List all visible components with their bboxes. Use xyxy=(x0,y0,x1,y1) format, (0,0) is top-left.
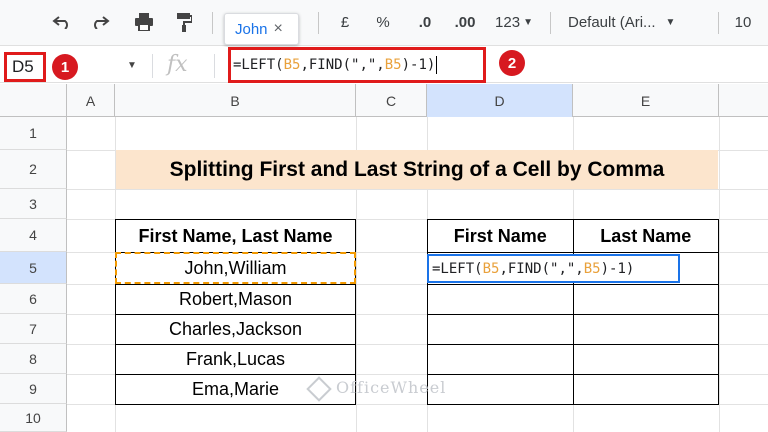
row-header-3[interactable]: 3 xyxy=(0,189,67,219)
table-cell[interactable]: Charles,Jackson xyxy=(115,314,356,345)
formula-input[interactable]: =LEFT(B5 ,FIND(",", B5)-1) xyxy=(228,47,486,83)
toolbar-divider xyxy=(212,12,213,34)
row-header-2[interactable]: 2 xyxy=(0,150,67,189)
increase-decimal-button[interactable]: .00 xyxy=(450,8,480,36)
formula-ref: B5 xyxy=(384,57,402,73)
toolbar: £ % .0 .00 123 ▼ Default (Ari... ▼ 10 xyxy=(0,0,768,46)
row-header-4[interactable]: 4 xyxy=(0,219,67,252)
chevron-down-icon: ▼ xyxy=(523,16,533,28)
number-format-dropdown[interactable]: 123 ▼ xyxy=(490,8,538,36)
grid-line xyxy=(67,189,768,190)
column-header-bar: A B C D E xyxy=(0,84,768,117)
row-header-10[interactable]: 10 xyxy=(0,404,67,432)
font-family-dropdown[interactable]: Default (Ari... ▼ xyxy=(568,8,708,36)
divider xyxy=(152,54,153,78)
table-header[interactable]: First Name xyxy=(427,219,574,253)
watermark: OfficeWheel xyxy=(306,375,447,402)
name-box[interactable]: D5 xyxy=(4,52,46,82)
row-header-6[interactable]: 6 xyxy=(0,284,67,314)
table-cell[interactable] xyxy=(427,344,574,375)
row-header-1[interactable]: 1 xyxy=(0,117,67,150)
paint-format-icon[interactable] xyxy=(170,8,198,36)
divider xyxy=(214,54,215,78)
table-cell[interactable] xyxy=(572,284,719,315)
chevron-down-icon: ▼ xyxy=(665,16,676,28)
decrease-decimal-button[interactable]: .0 xyxy=(410,8,440,36)
cell-reference: D5 xyxy=(12,57,34,76)
row-header-8[interactable]: 8 xyxy=(0,344,67,374)
formula-part: =LEFT( xyxy=(432,260,483,277)
row-header-5[interactable]: 5 xyxy=(0,252,67,284)
table-cell[interactable] xyxy=(427,314,574,345)
table-cell[interactable] xyxy=(427,284,574,315)
redo-icon[interactable] xyxy=(86,8,114,36)
column-header-d[interactable]: D xyxy=(427,84,573,117)
table-cell[interactable] xyxy=(572,374,719,405)
step-badge-2: 2 xyxy=(499,50,525,76)
table-header[interactable]: Last Name xyxy=(572,219,719,253)
formula-part: ,FIND(",", xyxy=(300,57,385,73)
font-size-field[interactable]: 10 xyxy=(728,8,758,36)
table-header[interactable]: First Name, Last Name xyxy=(115,219,356,253)
toolbar-divider xyxy=(318,12,319,34)
toolbar-divider xyxy=(718,12,719,34)
formula-part: )-1) xyxy=(401,57,436,73)
close-icon[interactable]: × xyxy=(274,20,283,38)
step-badge-1: 1 xyxy=(52,54,78,80)
collaborator-tooltip: John × xyxy=(224,13,299,45)
print-icon[interactable] xyxy=(130,8,158,36)
table-cell[interactable]: John,William xyxy=(115,252,356,285)
column-header-a[interactable]: A xyxy=(67,84,115,117)
undo-icon[interactable] xyxy=(48,8,76,36)
toolbar-divider xyxy=(550,12,551,34)
column-header-b[interactable]: B xyxy=(115,84,356,117)
row-header-9[interactable]: 9 xyxy=(0,374,67,404)
fx-icon: fx xyxy=(167,52,188,77)
font-family-label: Default (Ari... xyxy=(568,13,656,31)
chevron-down-icon[interactable]: ▼ xyxy=(127,60,137,71)
formula-ref: B5 xyxy=(283,57,301,73)
text-cursor xyxy=(436,56,438,74)
grid-line xyxy=(719,117,720,432)
table-cell[interactable] xyxy=(572,314,719,345)
sheet-title-cell[interactable]: Splitting First and Last String of a Cel… xyxy=(116,150,718,189)
cell-editor[interactable]: =LEFT(B5 ,FIND(",", B5)-1) xyxy=(427,254,680,283)
select-all-corner[interactable] xyxy=(0,84,67,117)
table-cell[interactable]: Robert,Mason xyxy=(115,284,356,315)
result-table: First Name Last Name xyxy=(427,219,719,405)
formula-ref: B5 xyxy=(482,260,500,277)
formula-part: ,FIND(",", xyxy=(499,260,584,277)
tooltip-label: John xyxy=(235,20,268,38)
formula-part: )-1) xyxy=(600,260,635,277)
percent-button[interactable]: % xyxy=(370,8,396,36)
watermark-logo-icon xyxy=(306,375,332,402)
watermark-text: OfficeWheel xyxy=(336,378,447,397)
table-cell[interactable]: Frank,Lucas xyxy=(115,344,356,375)
column-header-e[interactable]: E xyxy=(573,84,719,117)
formula-part: =LEFT( xyxy=(233,57,284,73)
currency-button[interactable]: £ xyxy=(332,8,358,36)
number-format-label: 123 xyxy=(495,13,521,31)
column-header-c[interactable]: C xyxy=(356,84,427,117)
table-cell[interactable] xyxy=(572,344,719,375)
table-cell[interactable] xyxy=(427,374,574,405)
formula-ref: B5 xyxy=(583,260,601,277)
row-header-7[interactable]: 7 xyxy=(0,314,67,344)
